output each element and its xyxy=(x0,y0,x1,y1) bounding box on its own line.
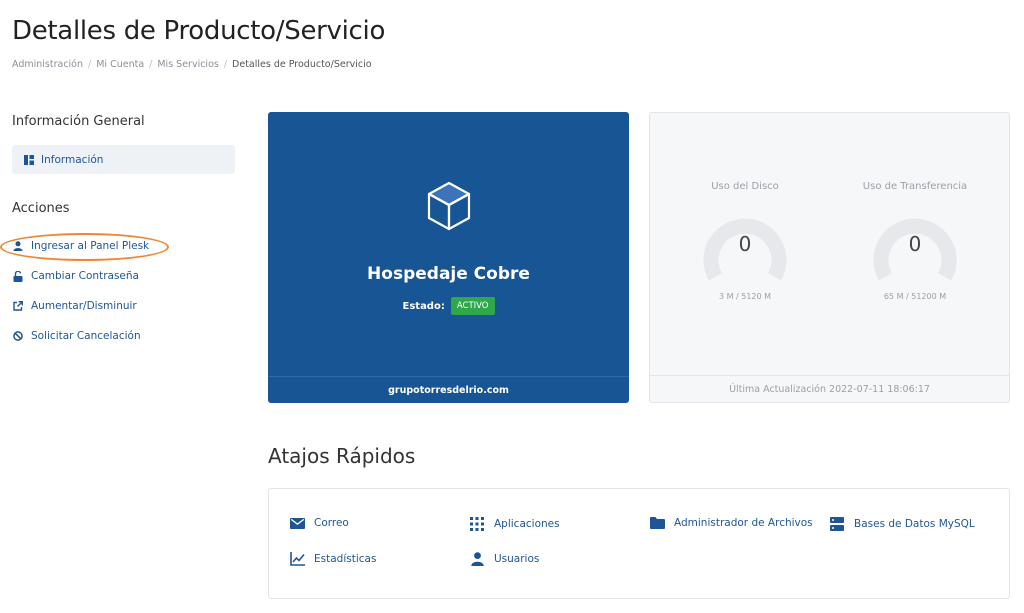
user-icon xyxy=(469,552,485,566)
general-info-title: Información General xyxy=(12,114,145,129)
action-ingresar-panel-plesk[interactable]: Ingresar al Panel Plesk xyxy=(12,240,149,252)
page-title: Detalles de Producto/Servicio xyxy=(12,16,386,46)
database-icon xyxy=(829,517,845,531)
breadcrumb: Administración / Mi Cuenta / Mis Servicios / D… xyxy=(12,59,372,70)
shortcut-label: Usuarios xyxy=(494,553,540,565)
shortcut-administrador-archivos[interactable]: Administrador de Archivos xyxy=(649,517,813,529)
shortcuts-panel: Correo Aplicaciones Administrador de Arc… xyxy=(268,488,1010,599)
status-row: Estado: ACTIVO xyxy=(268,297,629,315)
actions-title: Acciones xyxy=(12,201,70,216)
chart-line-icon xyxy=(289,552,305,566)
action-label: Aumentar/Disminuir xyxy=(31,300,137,312)
product-domain: grupotorresdelrio.com xyxy=(268,376,629,403)
transfer-usage-label: Uso de Transferencia xyxy=(862,181,968,192)
shortcut-usuarios[interactable]: Usuarios xyxy=(469,552,539,566)
action-label: Cambiar Contraseña xyxy=(31,270,139,282)
action-label: Solicitar Cancelación xyxy=(31,330,141,342)
transfer-usage-detail: 65 M / 51200 M xyxy=(883,292,947,301)
disk-usage-label: Uso del Disco xyxy=(711,181,779,192)
ban-icon xyxy=(12,331,23,341)
unlock-icon xyxy=(12,270,23,282)
shortcut-bases-datos-mysql[interactable]: Bases de Datos MySQL xyxy=(829,517,975,531)
disk-usage-value: 0 xyxy=(738,232,752,256)
status-badge: ACTIVO xyxy=(450,297,495,315)
action-label: Ingresar al Panel Plesk xyxy=(31,240,150,252)
breadcrumb-mi-cuenta[interactable]: Mi Cuenta xyxy=(96,59,144,70)
status-label: Estado: xyxy=(402,300,445,312)
grid-icon xyxy=(469,517,485,531)
product-card: Hospedaje Cobre Estado: ACTIVO grupotorr… xyxy=(268,112,629,403)
shortcut-label: Administrador de Archivos xyxy=(674,517,813,529)
folder-icon xyxy=(649,517,665,529)
user-icon xyxy=(12,241,23,251)
usage-card: Uso del Disco 0 3 M / 5120 M Uso de Tran… xyxy=(649,112,1010,403)
shortcut-label: Bases de Datos MySQL xyxy=(854,518,975,530)
last-update: Última Actualización 2022-07-11 18:06:17 xyxy=(650,375,1009,402)
product-name: Hospedaje Cobre xyxy=(367,264,530,284)
shortcut-label: Aplicaciones xyxy=(494,518,560,530)
sidebar-item-informacion[interactable]: Información xyxy=(12,145,235,174)
transfer-usage-value: 0 xyxy=(908,232,922,256)
dashboard-icon xyxy=(24,154,34,165)
breadcrumb-mis-servicios[interactable]: Mis Servicios xyxy=(157,59,218,70)
shortcuts-title: Atajos Rápidos xyxy=(268,444,416,468)
action-solicitar-cancelacion[interactable]: Solicitar Cancelación xyxy=(12,330,141,342)
shortcut-label: Correo xyxy=(314,517,349,529)
disk-usage-gauge: Uso del Disco 0 3 M / 5120 M xyxy=(690,181,800,301)
breadcrumb-current: Detalles de Producto/Servicio xyxy=(232,59,372,70)
external-link-icon xyxy=(12,301,23,311)
shortcut-correo[interactable]: Correo xyxy=(289,517,349,529)
cube-icon xyxy=(427,181,471,231)
breadcrumb-administracion[interactable]: Administración xyxy=(12,59,83,70)
action-cambiar-contrasena[interactable]: Cambiar Contraseña xyxy=(12,270,139,282)
transfer-usage-gauge: Uso de Transferencia 0 65 M / 51200 M xyxy=(860,181,970,301)
disk-usage-detail: 3 M / 5120 M xyxy=(718,292,772,301)
action-aumentar-disminuir[interactable]: Aumentar/Disminuir xyxy=(12,300,137,312)
shortcut-estadisticas[interactable]: Estadísticas xyxy=(289,552,376,566)
envelope-icon xyxy=(289,517,305,529)
shortcut-label: Estadísticas xyxy=(314,553,377,565)
shortcut-aplicaciones[interactable]: Aplicaciones xyxy=(469,517,560,531)
sidebar-item-label: Información xyxy=(41,153,104,166)
